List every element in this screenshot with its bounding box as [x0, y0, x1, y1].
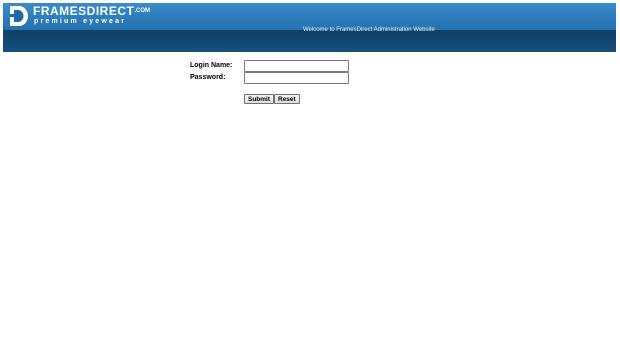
logo-com: .COM [134, 8, 151, 14]
login-name-label: Login Name: [190, 62, 233, 69]
header-banner: FRAMESDIRECT.COM premium eyewear Welcome… [3, 3, 616, 52]
password-label: Password: [190, 74, 226, 81]
reset-button[interactable]: Reset [274, 94, 300, 104]
welcome-message: Welcome to FramesDirect Administration W… [303, 27, 435, 33]
login-name-row: Login Name: [190, 60, 350, 72]
logo-tagline: premium eyewear [34, 18, 127, 25]
framesdirect-logo: FRAMESDIRECT.COM premium eyewear [7, 5, 150, 28]
framesdirect-logo-mark-icon [10, 6, 28, 26]
password-input[interactable] [244, 72, 349, 84]
logo-name-text: FRAMESDIRECT [33, 4, 135, 18]
page: FRAMESDIRECT.COM premium eyewear Welcome… [0, 0, 620, 343]
login-name-input[interactable] [244, 60, 349, 72]
logo-name: FRAMESDIRECT.COM [33, 5, 150, 17]
form-buttons-row: Submit Reset [190, 94, 350, 106]
password-row: Password: [190, 72, 350, 84]
submit-button[interactable]: Submit [244, 94, 275, 104]
